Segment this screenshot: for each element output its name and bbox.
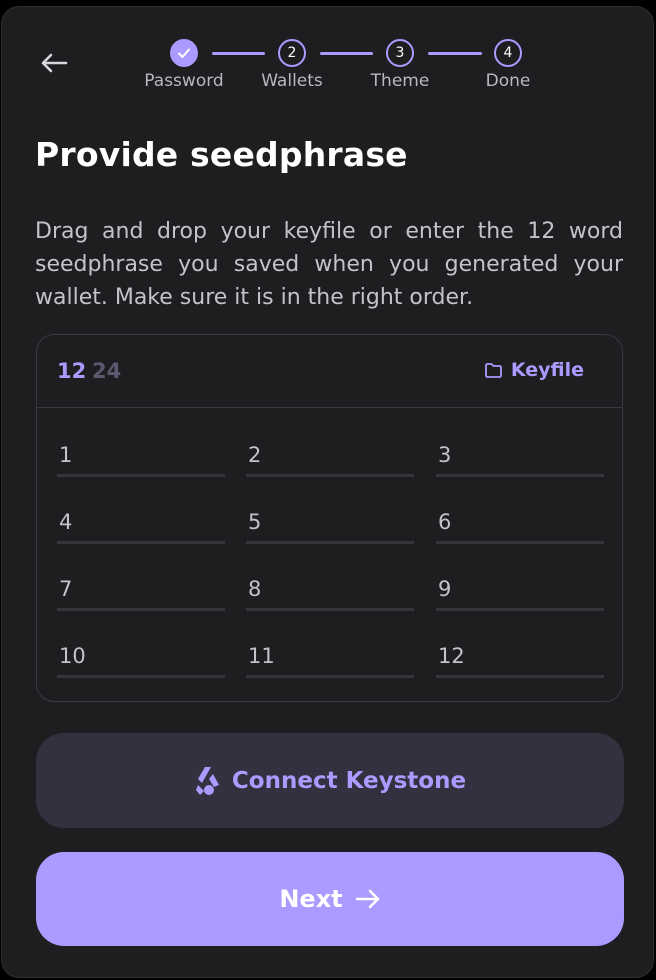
seed-word-input[interactable] <box>436 571 604 607</box>
arrow-right-icon <box>355 889 379 909</box>
seed-word-input[interactable] <box>57 504 225 540</box>
step-4-indicator: 4 <box>494 39 522 67</box>
seed-word-field[interactable] <box>436 571 604 611</box>
step-connector <box>212 52 265 55</box>
connect-keystone-label: Connect Keystone <box>231 767 467 794</box>
seed-word-field[interactable] <box>436 504 604 544</box>
step-1-indicator <box>170 39 198 67</box>
step-connector <box>428 52 482 55</box>
seed-word-input[interactable] <box>246 437 414 473</box>
seed-word-input[interactable] <box>436 504 604 540</box>
step-1-label: Password <box>144 71 224 91</box>
step-2-label: Wallets <box>261 71 323 91</box>
seed-word-input[interactable] <box>246 504 414 540</box>
keyfile-label: Keyfile <box>510 359 584 381</box>
page-description: Drag and drop your keyfile or enter the … <box>35 219 623 310</box>
seed-word-field[interactable] <box>436 638 604 678</box>
onboarding-window: 2 3 4 Password Wallets Theme Done Provid… <box>1 6 654 978</box>
step-3-label: Theme <box>370 71 430 91</box>
page-title: Provide seedphrase <box>35 135 408 174</box>
seed-word-input[interactable] <box>436 437 604 473</box>
step-4-label: Done <box>485 71 531 91</box>
seed-word-field[interactable] <box>246 437 414 477</box>
seed-word-input[interactable] <box>246 571 414 607</box>
seed-word-input[interactable] <box>246 638 414 674</box>
next-button[interactable]: Next <box>36 852 624 946</box>
step-2-indicator: 2 <box>278 39 306 67</box>
check-icon <box>178 48 190 58</box>
seedphrase-header: 12 24 Keyfile <box>37 335 622 408</box>
step-3-indicator: 3 <box>386 39 414 67</box>
length-option-24[interactable]: 24 <box>92 359 121 383</box>
keystone-logo-icon <box>195 766 219 795</box>
connect-keystone-button[interactable]: Connect Keystone <box>36 733 624 828</box>
seed-word-field[interactable] <box>57 571 225 611</box>
seed-word-input[interactable] <box>57 437 225 473</box>
length-option-12[interactable]: 12 <box>57 359 86 383</box>
step-connector <box>320 52 373 55</box>
seed-word-field[interactable] <box>57 638 225 678</box>
seed-word-field[interactable] <box>57 437 225 477</box>
seedphrase-panel: 12 24 Keyfile <box>36 334 623 702</box>
seed-word-input[interactable] <box>57 638 225 674</box>
seed-word-field[interactable] <box>436 437 604 477</box>
progress-stepper: 2 3 4 Password Wallets Theme Done <box>2 7 653 107</box>
seed-word-input[interactable] <box>436 638 604 674</box>
next-label: Next <box>279 885 343 913</box>
keyfile-button[interactable]: Keyfile <box>484 359 584 381</box>
seed-word-field[interactable] <box>246 571 414 611</box>
seed-word-field[interactable] <box>246 638 414 678</box>
seed-word-field[interactable] <box>57 504 225 544</box>
seed-word-input[interactable] <box>57 571 225 607</box>
seed-word-field[interactable] <box>246 504 414 544</box>
folder-icon <box>484 362 502 378</box>
